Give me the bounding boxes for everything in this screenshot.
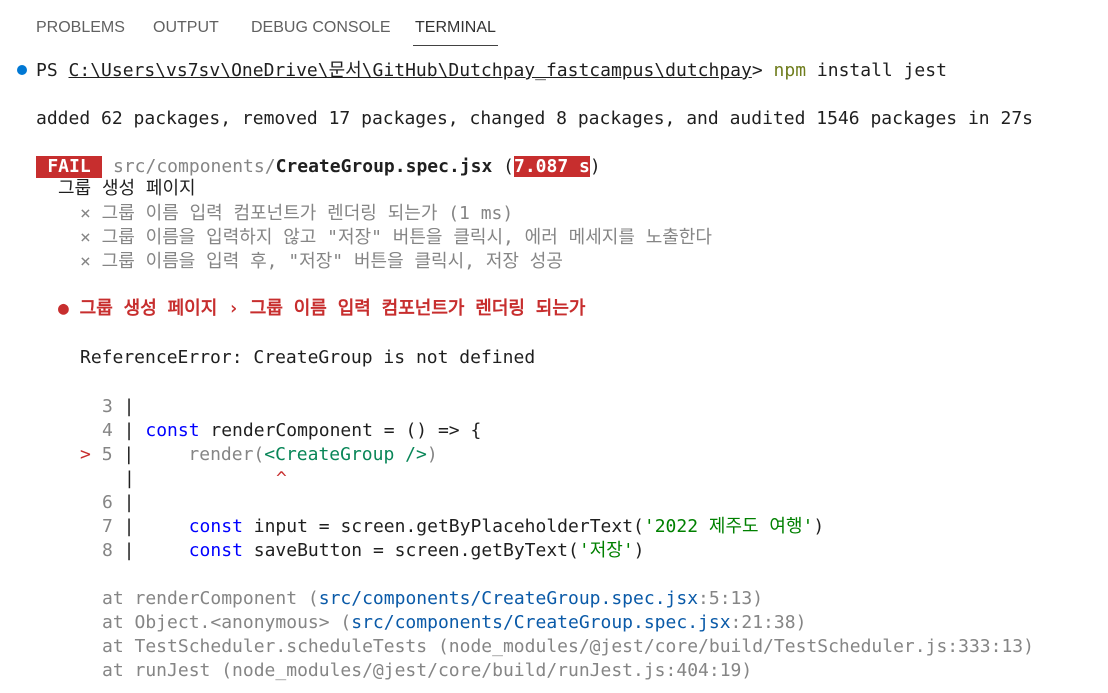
line-number: 8 [102,540,113,561]
test-item: × 그룹 이름 입력 컴포넌트가 렌더링 되는가 (1 ms) [80,203,514,224]
code-text: render( [134,444,265,465]
string-literal: '저장' [578,540,634,561]
stack-frame: at TestScheduler.scheduleTests (node_mod… [102,635,1034,659]
code-jsx-tag: <CreateGroup /> [264,444,427,465]
gutter-bar: | [112,420,146,441]
stack-file-link[interactable]: src/components/CreateGroup.spec.jsx [319,588,698,609]
fail-paren-close: ) [589,156,601,177]
stack-frame: at Object.<anonymous> (src/components/Cr… [102,611,806,635]
code-text: input = screen.getByPlaceholderText( [242,516,644,537]
command-args: install jest [806,60,947,81]
test-item: × 그룹 이름을 입력 후, "저장" 버튼을 클릭시, 저장 성공 [80,251,563,272]
error-caret: ^ [276,468,287,489]
tab-terminal[interactable]: TERMINAL [413,18,498,46]
code-text: ) [633,540,645,561]
caret-line: | [124,467,135,491]
error-message: ReferenceError: CreateGroup is not defin… [80,347,536,368]
prompt-line: PS C:\Users\vs7sv\OneDrive\문서\GitHub\Dut… [36,59,947,83]
prompt-gt: > [751,60,774,81]
gutter-bar: | [112,396,135,417]
code-line-7: 7 | const input = screen.getByPlaceholde… [102,515,824,539]
stack-location: :21:38) [730,612,807,633]
code-line-4: 4 | const renderComponent = () => { [102,419,481,443]
stack-frame: at runJest (node_modules/@jest/core/buil… [102,659,752,683]
code-line-6: 6 | [102,491,135,515]
code-text: ) [813,516,825,537]
prompt-path[interactable]: C:\Users\vs7sv\OneDrive\문서\GitHub\Dutchp… [69,60,752,81]
npm-result-line: added 62 packages, removed 17 packages, … [36,108,1033,129]
panel-tab-bar: PROBLEMS OUTPUT DEBUG CONSOLE TERMINAL [0,0,1108,48]
stack-text: at runJest (node_modules/@jest/core/buil… [102,660,753,681]
code-line-5: > 5 | render(<CreateGroup />) [80,443,438,467]
line-number: 4 [102,420,113,441]
string-literal: '2022 제주도 여행' [643,516,814,537]
code-text: saveButton = screen.getByText( [242,540,579,561]
stack-text: at Object.<anonymous> ( [102,612,352,633]
stack-text: at TestScheduler.scheduleTests (node_mod… [102,636,1034,657]
keyword: const [188,540,243,561]
code-line-8: 8 | const saveButton = screen.getByText(… [102,539,645,563]
fail-file-line: src/components/CreateGroup.spec.jsx (7.0… [113,155,601,179]
code-text: ) [426,444,438,465]
keyword: const [145,420,200,441]
error-title: ● 그룹 생성 페이지 › 그룹 이름 입력 컴포넌트가 렌더링 되는가 [58,298,586,319]
stack-frame: at renderComponent (src/components/Creat… [102,587,763,611]
gutter-bar: | [112,444,135,465]
fail-time-badge: 7.087 s [514,156,590,177]
stack-text: at renderComponent ( [102,588,319,609]
line-number: 7 [102,516,113,537]
stack-location: :5:13) [698,588,764,609]
tab-output[interactable]: OUTPUT [153,18,219,40]
gutter-bar: | [112,540,135,561]
fail-badge: FAIL [36,156,102,178]
gutter-bar: | [112,492,135,513]
fail-dir: src/components/ [113,156,276,177]
line-number: 6 [102,492,113,513]
keyword: const [188,516,243,537]
error-line-marker: > [80,444,102,465]
prompt-prefix: PS [36,60,69,81]
code-line-3: 3 | [102,395,135,419]
tab-problems[interactable]: PROBLEMS [36,18,125,40]
command-status-dot-icon[interactable] [17,65,27,75]
fail-paren-open: ( [492,156,514,177]
fail-file: CreateGroup.spec.jsx [275,156,493,177]
suite-name: 그룹 생성 페이지 [58,178,196,199]
test-item: × 그룹 이름을 입력하지 않고 "저장" 버튼을 클릭시, 에러 메세지를 노… [80,227,712,248]
gutter-bar: | [124,468,135,489]
stack-file-link[interactable]: src/components/CreateGroup.spec.jsx [351,612,730,633]
gutter-bar: | [112,516,135,537]
command-name: npm [773,60,807,81]
tab-debug-console[interactable]: DEBUG CONSOLE [251,18,391,40]
line-number: 5 [101,444,113,465]
code-text: renderComponent = () => { [199,420,482,441]
line-number: 3 [102,396,113,417]
